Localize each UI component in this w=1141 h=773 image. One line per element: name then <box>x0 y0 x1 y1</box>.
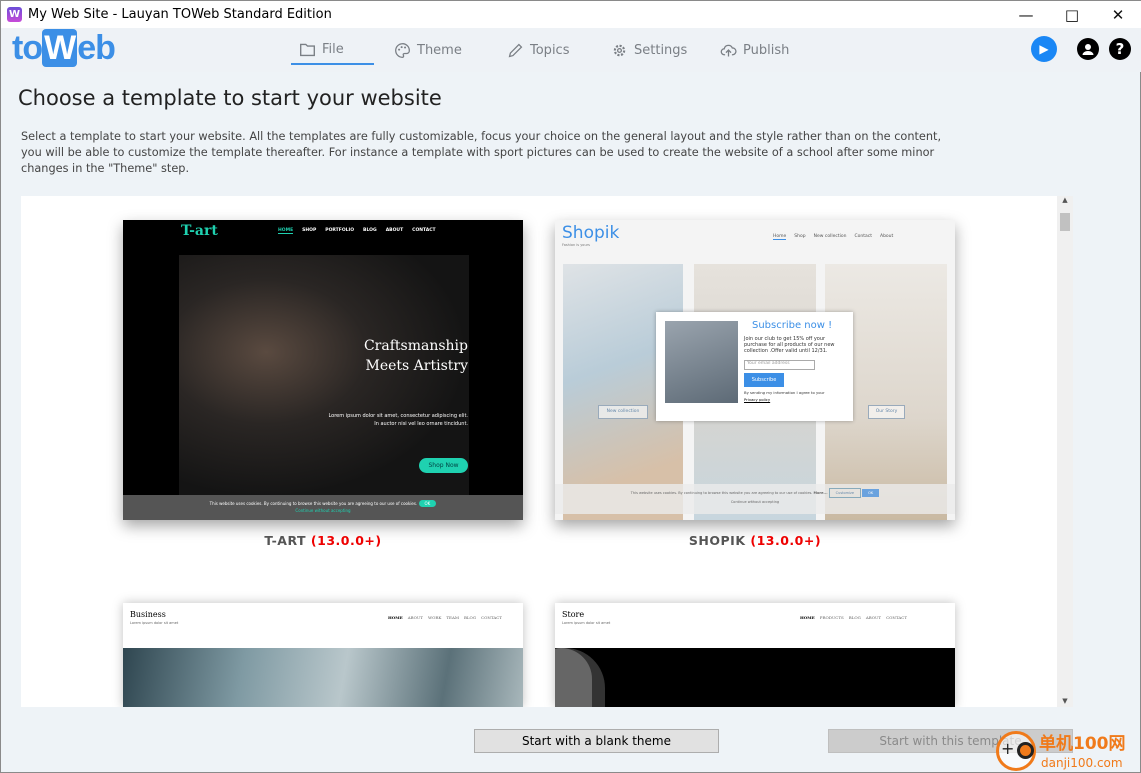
scroll-up-icon[interactable]: ▲ <box>1057 196 1073 204</box>
preview-tagline: Fashion is yours <box>562 243 590 247</box>
preview-menu-item: Contact <box>854 234 872 239</box>
preview-cta: Shop Now <box>419 458 468 473</box>
preview-text: Lorem ipsum dolor sit amet, consectetur … <box>328 413 468 419</box>
question-icon: ? <box>1115 40 1125 58</box>
preview-logo: Business <box>130 610 166 619</box>
preview-popup-title: Subscribe now ! <box>752 320 833 331</box>
preview-hero-image <box>123 648 523 707</box>
preview-menu-item: PORTFOLIO <box>325 228 355 233</box>
preview-menu-item: HOME <box>278 228 294 234</box>
preview-privacy-link: Privacy policy <box>744 397 771 402</box>
watermark-text: 单机100网 <box>1039 734 1126 754</box>
play-icon: ▶ <box>1039 42 1049 56</box>
preview-menu-item: CONTACT <box>886 615 907 620</box>
preview-menu-item: ABOUT <box>407 615 423 620</box>
preview-tagline: Lorem ipsum dolor sit amet <box>562 621 611 625</box>
tab-label: Settings <box>634 42 688 58</box>
preview-tagline: Lorem ipsum dolor sit amet <box>130 621 179 625</box>
minimize-button[interactable]: — <box>1003 1 1049 28</box>
tab-label: Topics <box>530 42 570 58</box>
preview-play-button[interactable]: ▶ <box>1031 36 1057 62</box>
preview-button: Our Story <box>868 405 905 419</box>
tab-label: Theme <box>417 42 462 58</box>
tab-settings[interactable]: Settings <box>603 35 695 65</box>
preview-hero-image <box>555 648 955 707</box>
tab-label: Publish <box>743 42 790 58</box>
preview-menu: HOME PRODUCTS BLOG ABOUT CONTACT <box>800 615 907 620</box>
watermark-url: danji100.com <box>1041 756 1123 770</box>
preview-popup-text: Join our club to get 15% off your purcha… <box>744 336 835 354</box>
preview-menu-item: TEAM <box>446 615 459 620</box>
preview-headline: Craftsmanship <box>363 338 468 354</box>
maximize-button[interactable]: □ <box>1049 1 1095 28</box>
start-with-template-button[interactable]: Start with this template <box>828 729 1073 753</box>
preview-menu-item: HOME <box>388 615 403 620</box>
preview-menu-item: WORK <box>427 615 442 620</box>
preview-menu-item: PRODUCTS <box>819 615 844 620</box>
preview-logo: Shopik <box>562 223 620 243</box>
title-bar: W My Web Site - Lauyan TOWeb Standard Ed… <box>1 1 1141 28</box>
tab-theme[interactable]: Theme <box>386 35 470 65</box>
folder-icon <box>300 43 315 56</box>
gallery-scrollbar[interactable]: ▲ ▼ <box>1057 196 1073 707</box>
preview-menu-item: Home <box>773 234 787 240</box>
watermark-logo: + <box>996 731 1036 771</box>
preview-menu-item: BLOG <box>848 615 861 620</box>
preview-logo: T-art <box>181 223 218 239</box>
preview-menu-item: ABOUT <box>385 228 404 233</box>
preview-menu-item: ABOUT <box>865 615 882 620</box>
preview-headline: Meets Artistry <box>365 358 468 374</box>
preview-button: New collection <box>598 405 648 419</box>
template-label-t-art: T-ART (13.0.0+) <box>264 533 382 548</box>
preview-menu: HOME ABOUT WORK TEAM BLOG CONTACT <box>388 615 502 620</box>
scroll-down-icon[interactable]: ▼ <box>1057 697 1073 705</box>
preview-logo: Store <box>562 610 585 619</box>
template-card-shopik[interactable]: Shopik Fashion is yours Home Shop New coll… <box>555 220 955 520</box>
preview-menu-item: CONTACT <box>481 615 502 620</box>
preview-menu-item: Shop <box>794 234 806 239</box>
preview-consent: By sending my information I agree to you… <box>744 390 825 395</box>
tab-publish[interactable]: Publish <box>712 35 797 65</box>
pencil-icon <box>508 43 523 57</box>
template-label-shopik: SHOPIK (13.0.0+) <box>688 533 822 548</box>
preview-menu-item: SHOP <box>302 228 317 233</box>
tab-topics[interactable]: Topics <box>499 35 577 65</box>
close-button[interactable]: ✕ <box>1095 1 1141 28</box>
preview-menu: Home Shop New collection Contact About <box>773 234 893 240</box>
user-icon <box>1082 44 1094 55</box>
account-button[interactable] <box>1077 38 1099 60</box>
preview-menu-item: HOME <box>800 615 815 620</box>
gear-icon <box>613 44 626 56</box>
cloud-upload-icon <box>720 44 737 56</box>
scrollbar-thumb[interactable] <box>1060 213 1070 231</box>
app-icon: W <box>7 7 22 22</box>
page-description: Select a template to start your website.… <box>21 130 942 175</box>
tab-file[interactable]: File <box>291 35 374 65</box>
preview-menu-item: New collection <box>813 234 847 239</box>
template-card-store[interactable]: Store Lorem ipsum dolor sit amet HOME PRO… <box>555 603 955 707</box>
preview-cookie-link: Continue without accepting <box>295 508 351 513</box>
preview-menu-item: About <box>879 234 894 239</box>
preview-cookie-ok: OK <box>418 500 437 507</box>
help-button[interactable]: ? <box>1109 38 1131 60</box>
preview-menu-item: BLOG <box>363 228 377 233</box>
page-title: Choose a template to start your website <box>18 86 442 110</box>
preview-menu: HOME SHOP PORTFOLIO BLOG ABOUT CONTACT <box>278 228 436 234</box>
preview-subscribe-popup: Subscribe now ! Join our club to get 15%… <box>656 312 853 421</box>
tab-label: File <box>322 41 344 57</box>
start-blank-theme-button[interactable]: Start with a blank theme <box>474 729 719 753</box>
preview-email-field: Your email address <box>744 360 815 370</box>
toweb-logo: toWeb <box>12 29 116 67</box>
template-gallery: T-art HOME SHOP PORTFOLIO BLOG ABOUT CONTACT … <box>21 196 1057 707</box>
template-card-t-art[interactable]: T-art HOME SHOP PORTFOLIO BLOG ABOUT CONTACT … <box>123 220 523 520</box>
preview-cookie-text: This website uses cookies. By continuing… <box>209 501 418 506</box>
template-card-business[interactable]: Business Lorem ipsum dolor sit amet HOME… <box>123 603 523 707</box>
preview-menu-item: BLOG <box>463 615 477 620</box>
preview-subscribe: Subscribe <box>744 373 784 387</box>
palette-icon <box>395 42 410 58</box>
preview-text: In auctor nisi vel leo ornare tincidunt. <box>374 421 468 427</box>
window-title: My Web Site - Lauyan TOWeb Standard Edit… <box>28 7 332 22</box>
preview-menu-item: CONTACT <box>412 228 436 233</box>
